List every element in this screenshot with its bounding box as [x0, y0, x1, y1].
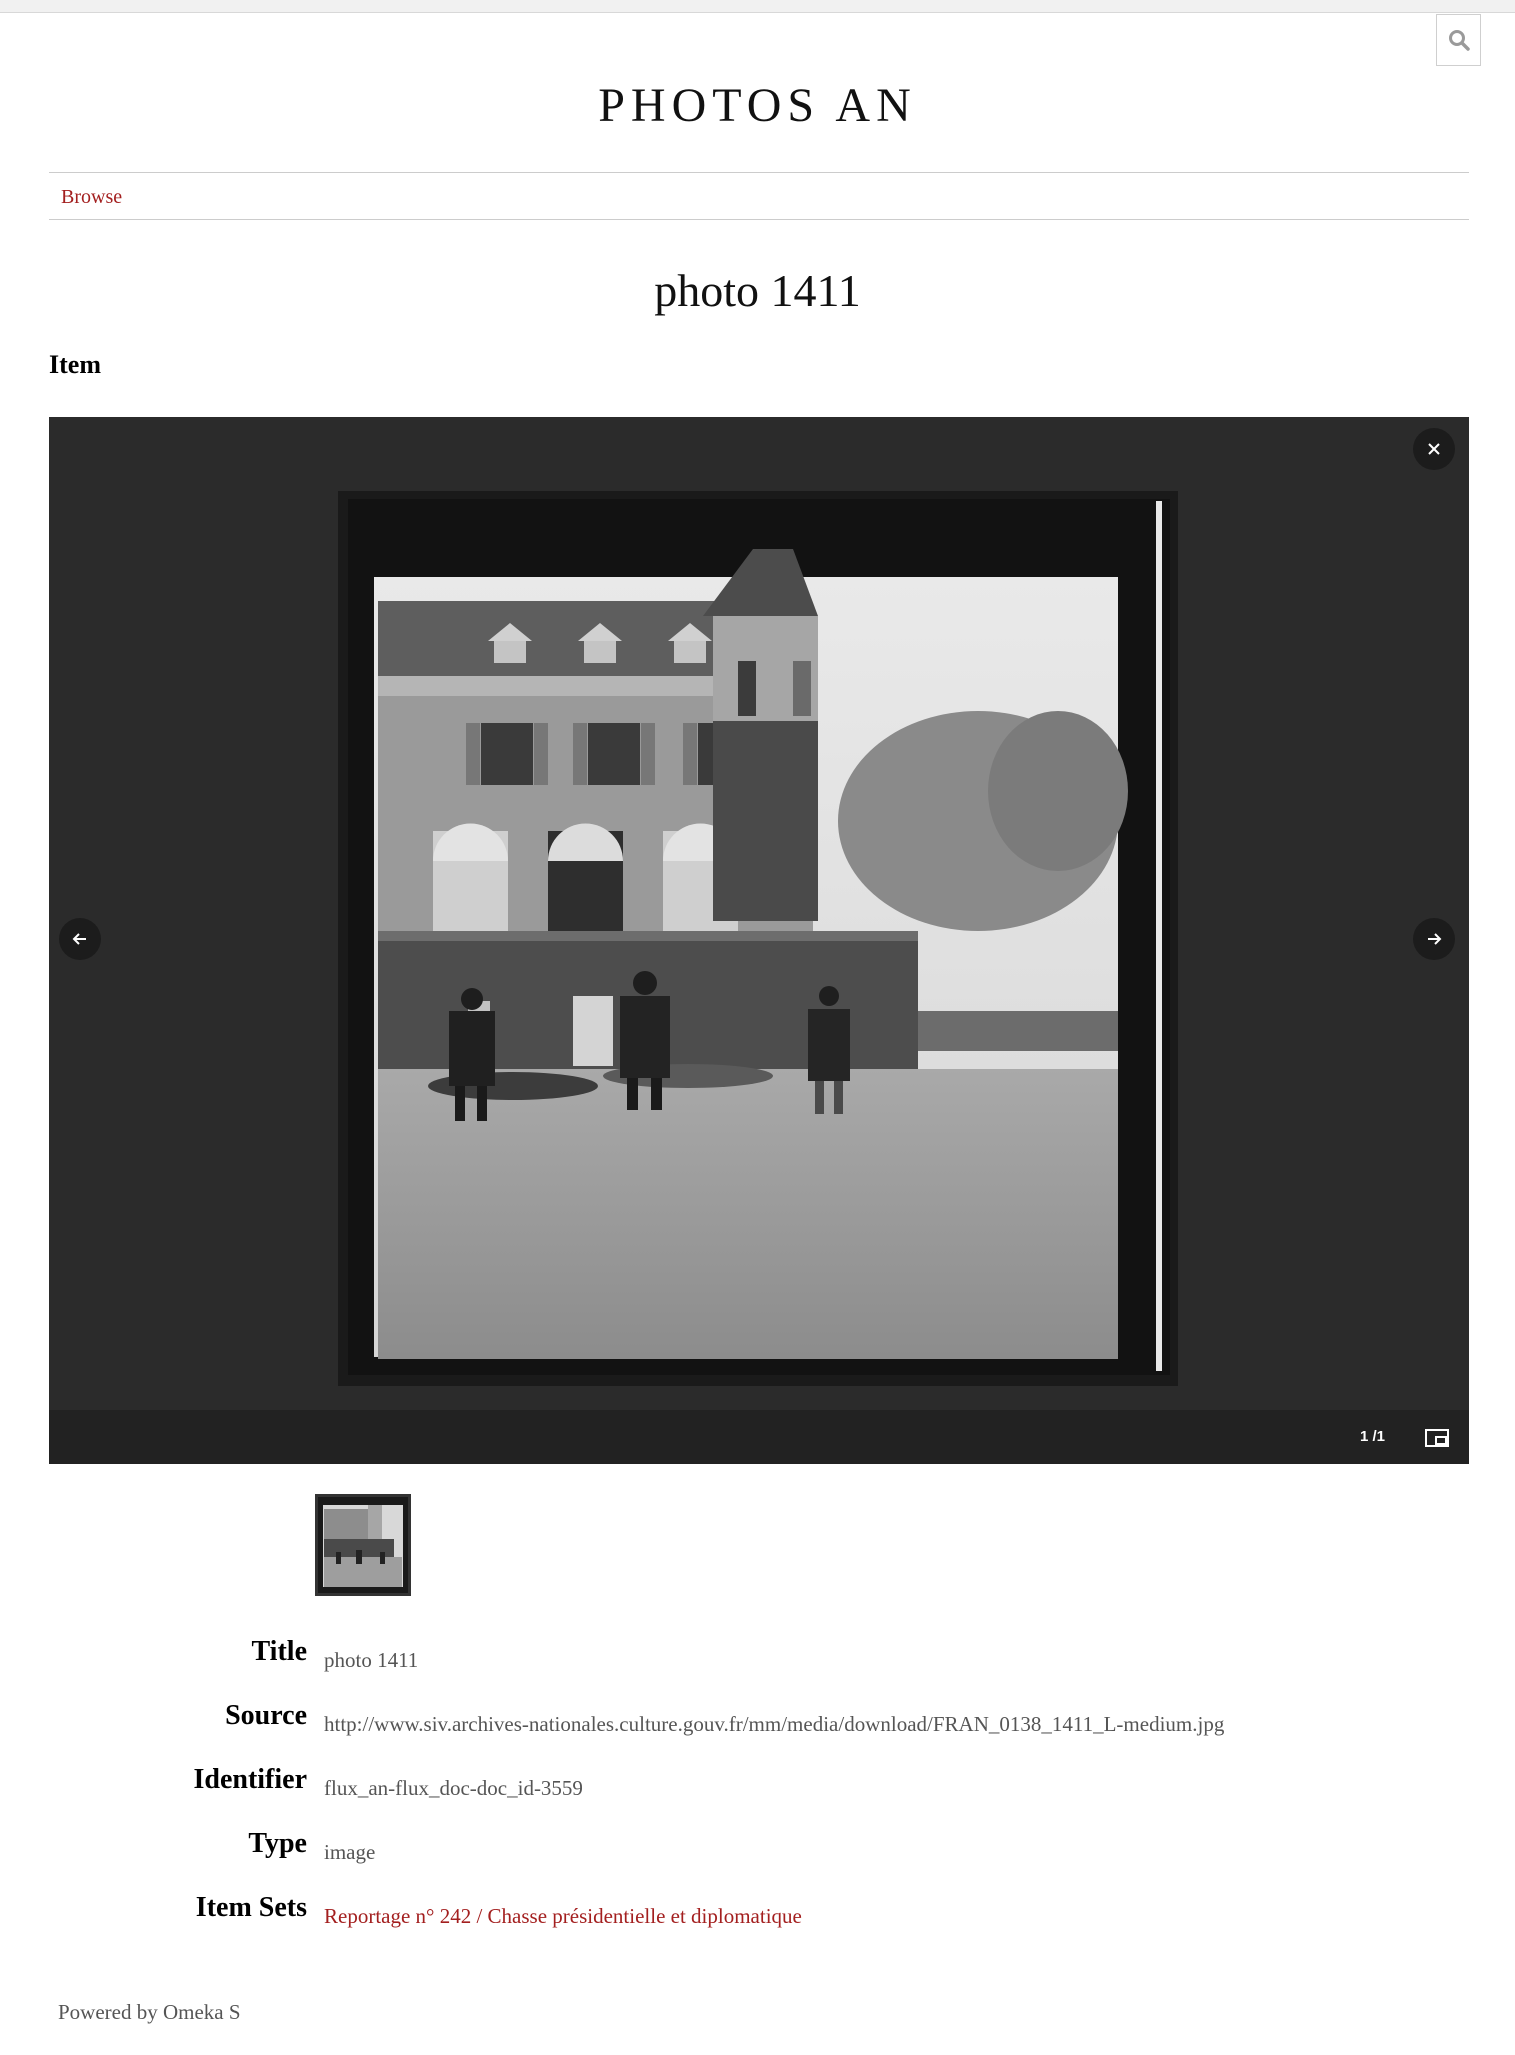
media-viewer: 1 /1 [49, 417, 1469, 1464]
section-label: Item [49, 350, 101, 379]
media-counter: 1 /1 [1360, 1428, 1386, 1445]
fullscreen-toggle-icon[interactable] [1425, 1429, 1449, 1447]
close-viewer-button[interactable] [1413, 428, 1455, 470]
metadata-label-type: Type [248, 1828, 307, 1859]
thumbnail-image [318, 1497, 408, 1593]
metadata-value-identifier: flux_an-flux_doc-doc_id-3559 [324, 1776, 583, 1800]
metadata-value-source: http://www.siv.archives-nationales.cultu… [324, 1712, 1225, 1736]
close-icon [1428, 443, 1440, 455]
page-title: photo 1411 [654, 265, 861, 316]
footer-powered-by: Powered by Omeka S [58, 2000, 241, 2024]
item-set-link[interactable]: Reportage n° 242 / Chasse présidentielle… [324, 1904, 802, 1929]
previous-media-button[interactable] [59, 918, 101, 960]
metadata-label-source: Source [225, 1700, 307, 1731]
next-media-button[interactable] [1413, 918, 1455, 960]
arrow-left-icon [72, 933, 86, 945]
site-title[interactable]: PHOTOS AN [0, 78, 1515, 133]
search-icon [1448, 30, 1470, 51]
metadata-value-title: photo 1411 [324, 1648, 419, 1672]
metadata-label-identifier: Identifier [193, 1764, 307, 1795]
metadata-value-type: image [324, 1840, 376, 1864]
arrow-right-icon [1428, 933, 1442, 945]
nav-browse-link[interactable]: Browse [61, 186, 122, 209]
search-button[interactable] [1436, 14, 1481, 66]
metadata-label-title: Title [251, 1636, 307, 1667]
photo-negative[interactable] [338, 491, 1178, 1386]
main-navigation: Browse [49, 172, 1469, 220]
media-thumbnail[interactable] [315, 1494, 411, 1596]
metadata-label-item-sets: Item Sets [195, 1892, 307, 1923]
browser-top-strip [0, 0, 1515, 13]
photo-image [348, 499, 1170, 1375]
viewer-toolbar: 1 /1 [49, 1410, 1469, 1464]
